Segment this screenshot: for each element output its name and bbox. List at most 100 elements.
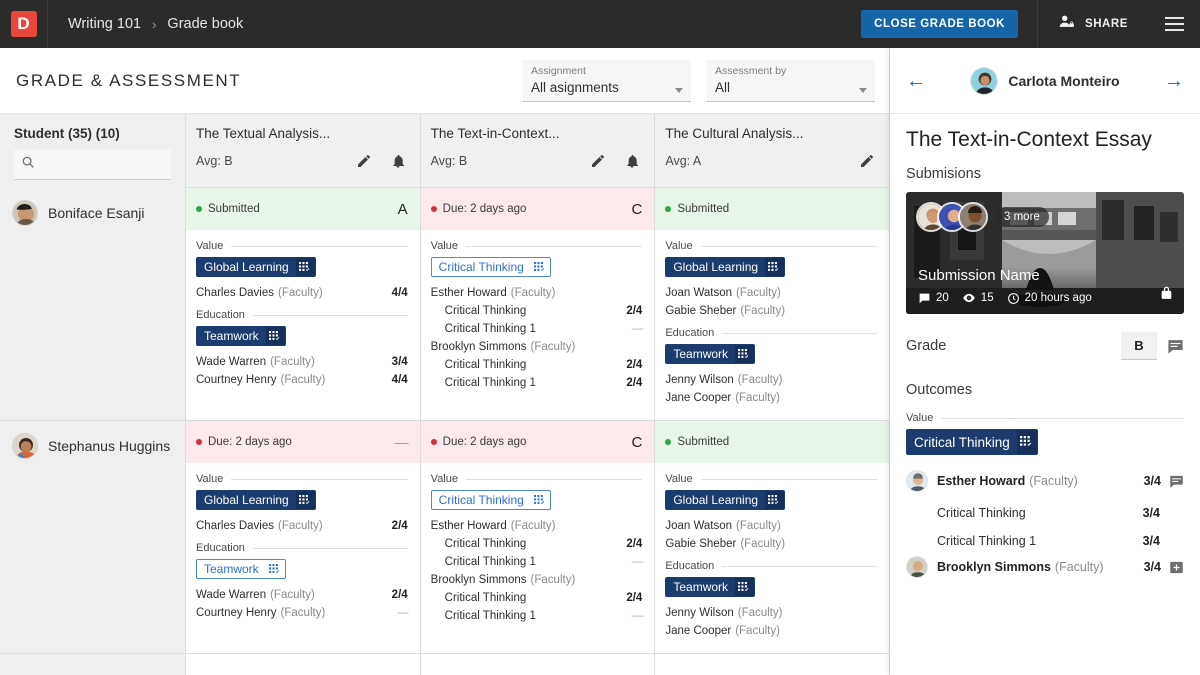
outcome-group-label: Education: [665, 327, 714, 339]
outcome-group-label-row: Education: [665, 560, 877, 572]
grade-cell[interactable]: Due: 2 days ago C Value Critical Thinkin…: [421, 188, 655, 421]
rater-role: (Faculty): [278, 517, 323, 535]
outcome-chip[interactable]: Global Learning: [196, 490, 316, 510]
outcome-group-label-row: Value: [196, 473, 408, 485]
grade-cell-body: Value Critical Thinking Esther Howard (F…: [421, 463, 655, 625]
assessment-by-select[interactable]: Assessment by All: [707, 60, 875, 102]
outcome-chip-label: Critical Thinking: [432, 260, 531, 274]
edit-pencil-icon[interactable]: [859, 153, 875, 169]
grade-cell[interactable]: Submitted A Value Global Learning Charle…: [186, 188, 420, 421]
assessment-by-select-value: All: [715, 78, 867, 97]
divider: [701, 246, 877, 247]
submission-status-label: Submitted: [677, 436, 729, 448]
outcome-group-label-row: Value: [431, 240, 643, 252]
rater-row: Esther Howard (Faculty): [431, 284, 643, 302]
student-column: Student (35) (10) Boniface Esanji: [0, 114, 186, 675]
assignment-average: Avg: B: [431, 154, 468, 168]
avatar: [958, 202, 988, 232]
assignment-column-title[interactable]: The Text-in-Context...: [431, 126, 645, 141]
next-student-arrow-icon[interactable]: →: [1164, 71, 1184, 91]
assignment-column-title[interactable]: The Textual Analysis...: [196, 126, 410, 141]
add-assessment-icon[interactable]: [1169, 560, 1184, 575]
outcome-group-label-row: Value: [665, 473, 877, 485]
student-search-input[interactable]: [35, 157, 171, 172]
edit-pencil-icon[interactable]: [590, 153, 606, 169]
app-logo[interactable]: D: [0, 0, 48, 48]
share-button[interactable]: SHARE: [1038, 0, 1148, 48]
grade-label: Grade: [906, 338, 946, 354]
outcome-chip[interactable]: Teamwork: [196, 326, 286, 346]
outcome-chip-label: Global Learning: [197, 493, 296, 507]
rater-role: (Faculty): [281, 604, 326, 622]
criterion-row: Critical Thinking 2/4: [431, 535, 643, 553]
criterion-score: 2/4: [620, 589, 642, 607]
student-row[interactable]: Stephanus Huggins: [0, 421, 185, 654]
submission-status-bar: Submitted: [655, 188, 889, 230]
criterion-score: —: [626, 607, 643, 625]
status-dot-icon: [431, 439, 437, 445]
outcome-chip[interactable]: Teamwork: [196, 559, 286, 579]
bell-icon[interactable]: [390, 153, 406, 169]
outcome-chip[interactable]: Critical Thinking: [431, 490, 551, 510]
eye-icon: [962, 291, 976, 305]
outcome-chip-label: Teamwork: [666, 347, 735, 361]
divider: [466, 479, 642, 480]
student-count-label: Student (35) (10): [14, 126, 171, 141]
rater-row: Brooklyn Simmons (Faculty): [431, 338, 643, 356]
student-row[interactable]: Boniface Esanji: [0, 188, 185, 421]
outcome-chip[interactable]: Teamwork: [665, 577, 755, 597]
breadcrumb-item-course[interactable]: Writing 101: [68, 16, 141, 32]
close-grade-book-button[interactable]: CLOSE GRADE BOOK: [861, 10, 1018, 38]
grade-comment-icon[interactable]: [1167, 338, 1184, 355]
grade-cell[interactable]: Submitted Value Global Learning Joan Wat…: [655, 188, 889, 421]
divider: [941, 418, 1184, 419]
submission-status-label: Due: 2 days ago: [443, 436, 527, 448]
previous-student-arrow-icon[interactable]: ←: [906, 71, 926, 91]
bell-icon[interactable]: [624, 153, 640, 169]
outcome-chip[interactable]: Global Learning: [665, 490, 785, 510]
submissions-label: Submisions: [906, 166, 1184, 182]
detail-panel-student: Carlota Monteiro: [970, 67, 1119, 95]
outcome-chip[interactable]: Global Learning: [665, 257, 785, 277]
outcome-chip[interactable]: Global Learning: [196, 257, 316, 277]
assignment-select[interactable]: Assignment All asignments: [523, 60, 691, 102]
rater-role: (Faculty): [736, 284, 781, 302]
divider: [231, 479, 407, 480]
edit-pencil-icon[interactable]: [356, 153, 372, 169]
rater-role: (Faculty): [278, 284, 323, 302]
submission-views-count: 15: [981, 292, 994, 304]
rubric-icon: [296, 258, 315, 276]
assignment-select-label: Assignment: [531, 65, 683, 78]
outcome-rater-list: Esther Howard(Faculty) 3/4 Critical Thin…: [906, 470, 1184, 578]
assignment-column-title[interactable]: The Cultural Analysis...: [665, 126, 879, 141]
rubric-icon: [735, 578, 754, 596]
grade-cell[interactable]: Due: 2 days ago — Value Global Learning …: [186, 421, 420, 654]
breadcrumb-separator-icon: ›: [152, 17, 156, 32]
avatar: [12, 200, 38, 226]
breadcrumb-item-gradebook[interactable]: Grade book: [167, 16, 243, 32]
grade-row: Grade B: [906, 332, 1184, 360]
share-label: SHARE: [1085, 18, 1128, 30]
top-bar-actions: CLOSE GRADE BOOK SHARE: [861, 0, 1200, 48]
breadcrumb: Writing 101 › Grade book: [68, 16, 243, 32]
menu-icon[interactable]: [1148, 0, 1200, 48]
assignment-title: The Text-in-Context Essay: [906, 128, 1184, 152]
rater-score: 3/4: [1144, 474, 1161, 488]
grade-value-field[interactable]: B: [1121, 332, 1157, 360]
outcome-chip-label: Teamwork: [197, 329, 266, 343]
submission-status-label: Due: 2 days ago: [443, 203, 527, 215]
grade-cell[interactable]: Due: 2 days ago C Value Critical Thinkin…: [421, 421, 655, 654]
grade-cell[interactable]: Submitted Value Global Learning Joan Wat…: [655, 421, 889, 654]
outcome-chip[interactable]: Teamwork: [665, 344, 755, 364]
comment-icon[interactable]: [1169, 474, 1184, 489]
outcome-chip[interactable]: Critical Thinking: [906, 429, 1038, 455]
submission-card[interactable]: 3 more Submission Name 20 15: [906, 192, 1184, 314]
criterion-row: Critical Thinking 2/4: [431, 356, 643, 374]
criterion-row: Critical Thinking 1 3/4: [906, 534, 1184, 548]
rater-row: Gabie Sheber (Faculty): [665, 535, 877, 553]
search-icon: [21, 155, 35, 174]
student-search[interactable]: [14, 150, 171, 180]
outcome-chip[interactable]: Critical Thinking: [431, 257, 551, 277]
assignment-column: The Textual Analysis... Avg: B Submitted…: [186, 114, 421, 675]
submission-collaborators[interactable]: 3 more: [916, 202, 1049, 232]
